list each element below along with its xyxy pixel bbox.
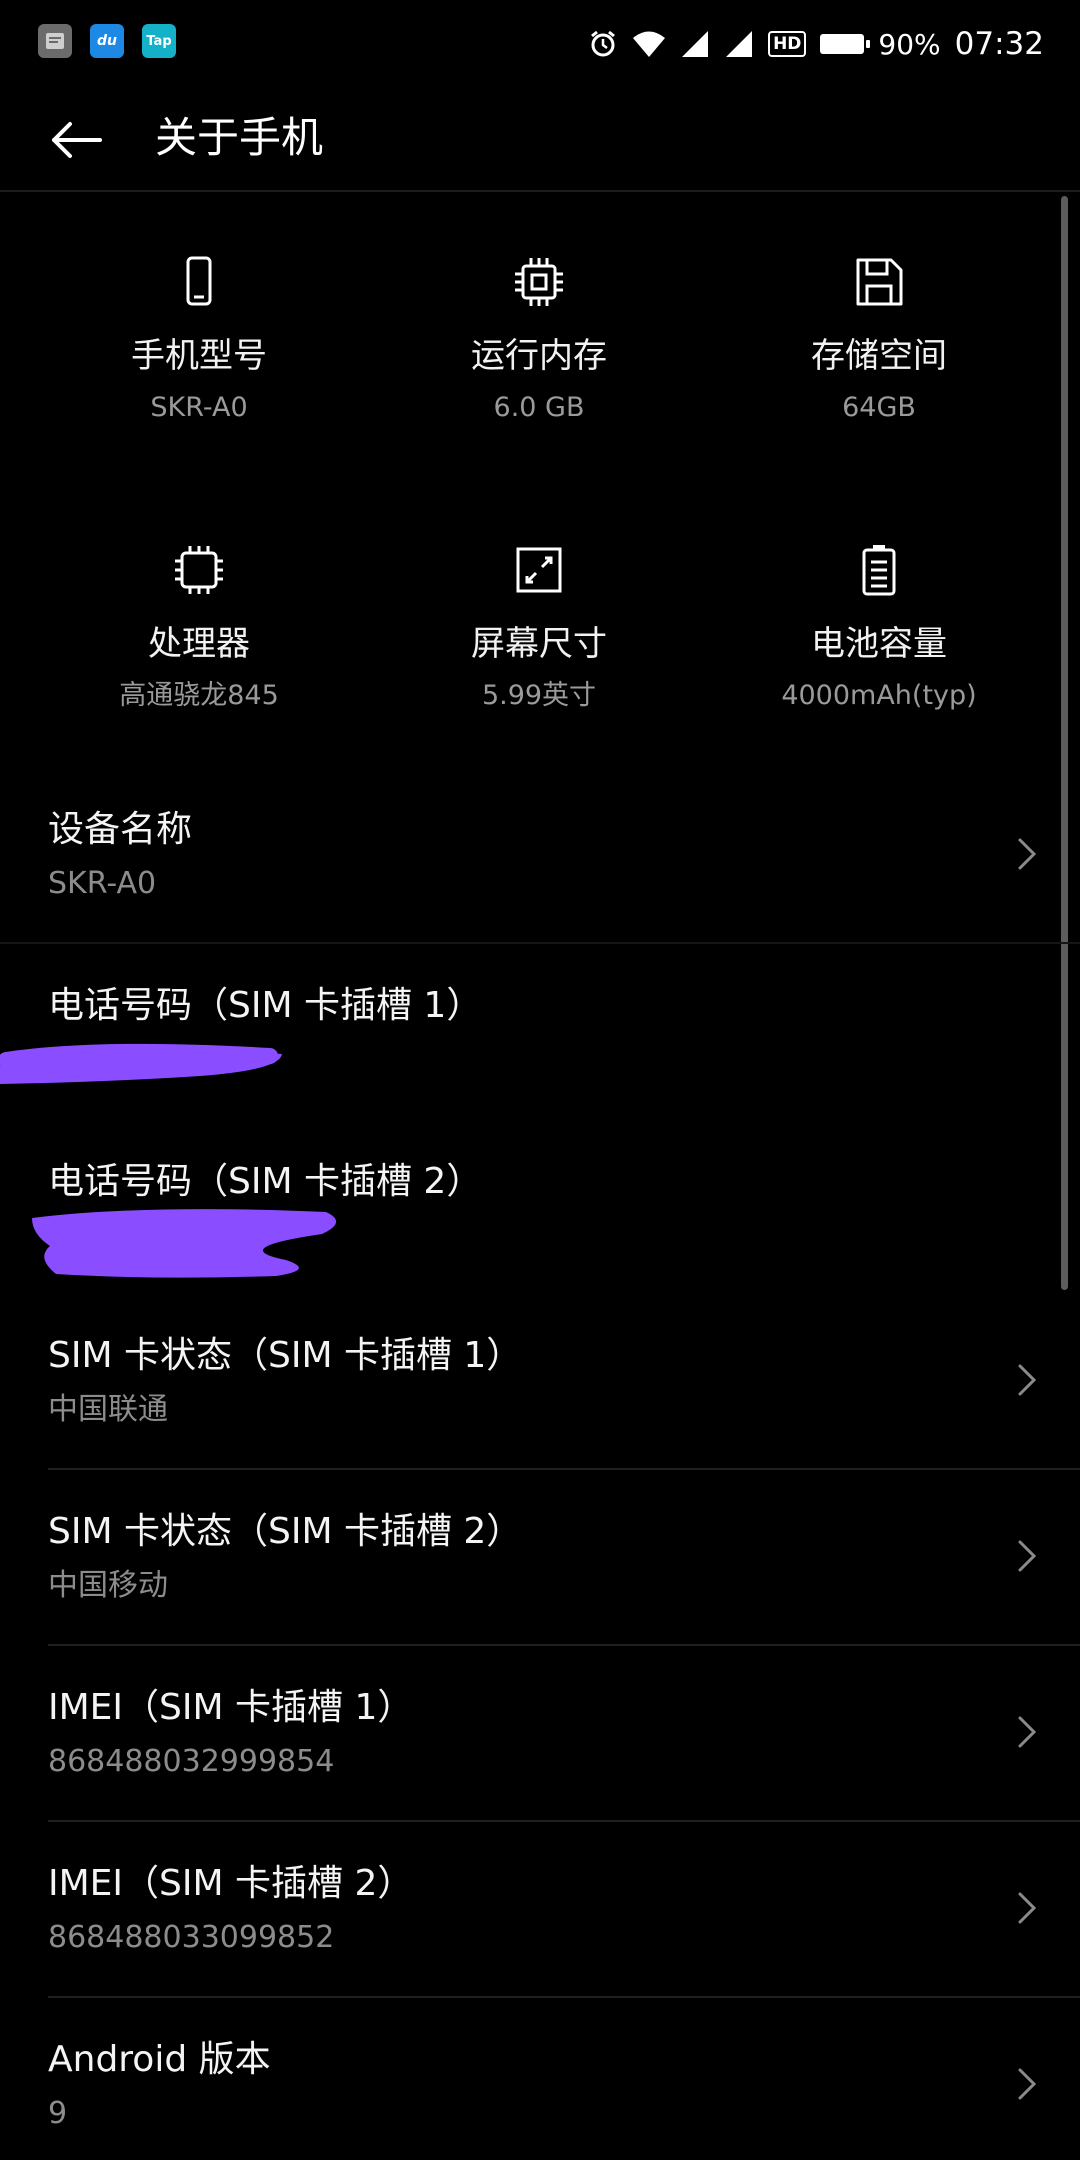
chevron-right-icon bbox=[1018, 1364, 1037, 1396]
status-bar: du Tap HD 90% 07:32 bbox=[0, 0, 1080, 86]
battery-percent: 90% bbox=[878, 27, 941, 61]
spec-label: 存储空间 bbox=[811, 336, 947, 376]
screen-size-icon bbox=[516, 547, 562, 593]
row-divider bbox=[48, 1644, 1080, 1646]
spec-storage: 存储空间 64GB bbox=[709, 252, 1049, 426]
row-title: IMEI（SIM 卡插槽 2） bbox=[48, 1863, 414, 1904]
chevron-right-icon bbox=[1018, 838, 1037, 870]
spec-value: 5.99英寸 bbox=[481, 680, 597, 711]
chevron-right-icon bbox=[1018, 2068, 1037, 2100]
redaction-scribble bbox=[0, 1043, 282, 1084]
spec-label: 运行内存 bbox=[471, 336, 607, 376]
row-title: IMEI（SIM 卡插槽 1） bbox=[48, 1687, 414, 1728]
sim-status-sim2-row[interactable]: SIM 卡状态（SIM 卡插槽 2） 中国移动 bbox=[0, 1482, 1080, 1644]
chevron-right-icon bbox=[1018, 1540, 1037, 1572]
scrollbar[interactable] bbox=[1061, 196, 1068, 1290]
floppy-save-icon bbox=[856, 258, 903, 306]
row-divider bbox=[48, 1820, 1080, 1822]
imei-sim2-row[interactable]: IMEI（SIM 卡插槽 2） 868488033099852 bbox=[0, 1834, 1080, 1996]
clock: 07:32 bbox=[954, 26, 1044, 62]
wifi-icon bbox=[633, 31, 666, 57]
spec-value: 高通骁龙845 bbox=[119, 680, 279, 711]
battery-icon bbox=[820, 34, 871, 54]
spec-ram: 运行内存 6.0 GB bbox=[369, 252, 709, 426]
row-title: SIM 卡状态（SIM 卡插槽 1） bbox=[48, 1335, 523, 1376]
redaction-scribble bbox=[32, 1209, 337, 1278]
row-subtitle: 868488032999854 bbox=[48, 1744, 335, 1779]
row-subtitle: SKR-A0 bbox=[48, 866, 157, 901]
phone-number-sim2-row: 电话号码（SIM 卡插槽 2） bbox=[0, 1132, 1080, 1292]
about-phone-screen: du Tap HD 90% 07:32 关于手机 手机型号 SKR-A0 运行内… bbox=[0, 0, 1080, 2160]
tap-app-icon: Tap bbox=[142, 24, 176, 58]
spec-label: 处理器 bbox=[148, 624, 250, 664]
du-app-icon: du bbox=[90, 24, 124, 58]
battery-icon bbox=[862, 545, 896, 596]
spec-processor: 处理器 高通骁龙845 bbox=[29, 540, 369, 714]
spec-value: 4000mAh(typ) bbox=[781, 680, 977, 711]
row-subtitle: 中国移动 bbox=[48, 1568, 168, 1603]
page-title: 关于手机 bbox=[155, 113, 324, 162]
row-divider bbox=[48, 1468, 1080, 1470]
chevron-right-icon bbox=[1018, 1716, 1037, 1748]
signal-sim2-icon bbox=[726, 31, 753, 57]
row-subtitle: 9 bbox=[48, 2096, 68, 2131]
spec-model: 手机型号 SKR-A0 bbox=[29, 252, 369, 426]
notes-app-icon bbox=[38, 24, 72, 58]
spec-value: 6.0 GB bbox=[493, 392, 585, 423]
row-subtitle: 中国联通 bbox=[48, 1392, 168, 1427]
signal-sim1-icon bbox=[682, 31, 709, 57]
spec-value: 64GB bbox=[842, 392, 916, 423]
row-subtitle: 868488033099852 bbox=[48, 1920, 335, 1955]
spec-label: 电池容量 bbox=[811, 624, 947, 664]
phone-icon bbox=[186, 256, 212, 306]
processor-icon bbox=[175, 546, 223, 594]
hd-voice-icon: HD bbox=[768, 31, 807, 57]
notification-icons: du Tap bbox=[38, 24, 176, 58]
back-button[interactable] bbox=[40, 104, 112, 176]
spec-label: 屏幕尺寸 bbox=[471, 624, 607, 664]
row-title: 电话号码（SIM 卡插槽 1） bbox=[48, 985, 483, 1026]
app-bar: 关于手机 bbox=[0, 86, 1080, 192]
spec-battery: 电池容量 4000mAh(typ) bbox=[709, 540, 1049, 714]
row-divider bbox=[48, 1996, 1080, 1998]
row-title: SIM 卡状态（SIM 卡插槽 2） bbox=[48, 1511, 523, 1552]
spec-label: 手机型号 bbox=[131, 336, 267, 376]
status-indicators: HD 90% 07:32 bbox=[588, 18, 1044, 70]
phone-number-sim1-row: 电话号码（SIM 卡插槽 1） bbox=[0, 956, 1080, 1116]
spec-value: SKR-A0 bbox=[150, 392, 248, 423]
memory-chip-icon bbox=[515, 258, 563, 306]
back-arrow-icon bbox=[52, 122, 102, 158]
row-title: Android 版本 bbox=[48, 2039, 271, 2080]
section-divider bbox=[0, 942, 1080, 944]
chevron-right-icon bbox=[1018, 1892, 1037, 1924]
device-name-row[interactable]: 设备名称 SKR-A0 bbox=[0, 780, 1080, 942]
alarm-icon bbox=[591, 30, 616, 57]
android-version-row[interactable]: Android 版本 9 bbox=[0, 2010, 1080, 2160]
sim-status-sim1-row[interactable]: SIM 卡状态（SIM 卡插槽 1） 中国联通 bbox=[0, 1306, 1080, 1468]
spec-screen: 屏幕尺寸 5.99英寸 bbox=[369, 540, 709, 714]
imei-sim1-row[interactable]: IMEI（SIM 卡插槽 1） 868488032999854 bbox=[0, 1658, 1080, 1820]
row-title: 设备名称 bbox=[48, 809, 193, 850]
